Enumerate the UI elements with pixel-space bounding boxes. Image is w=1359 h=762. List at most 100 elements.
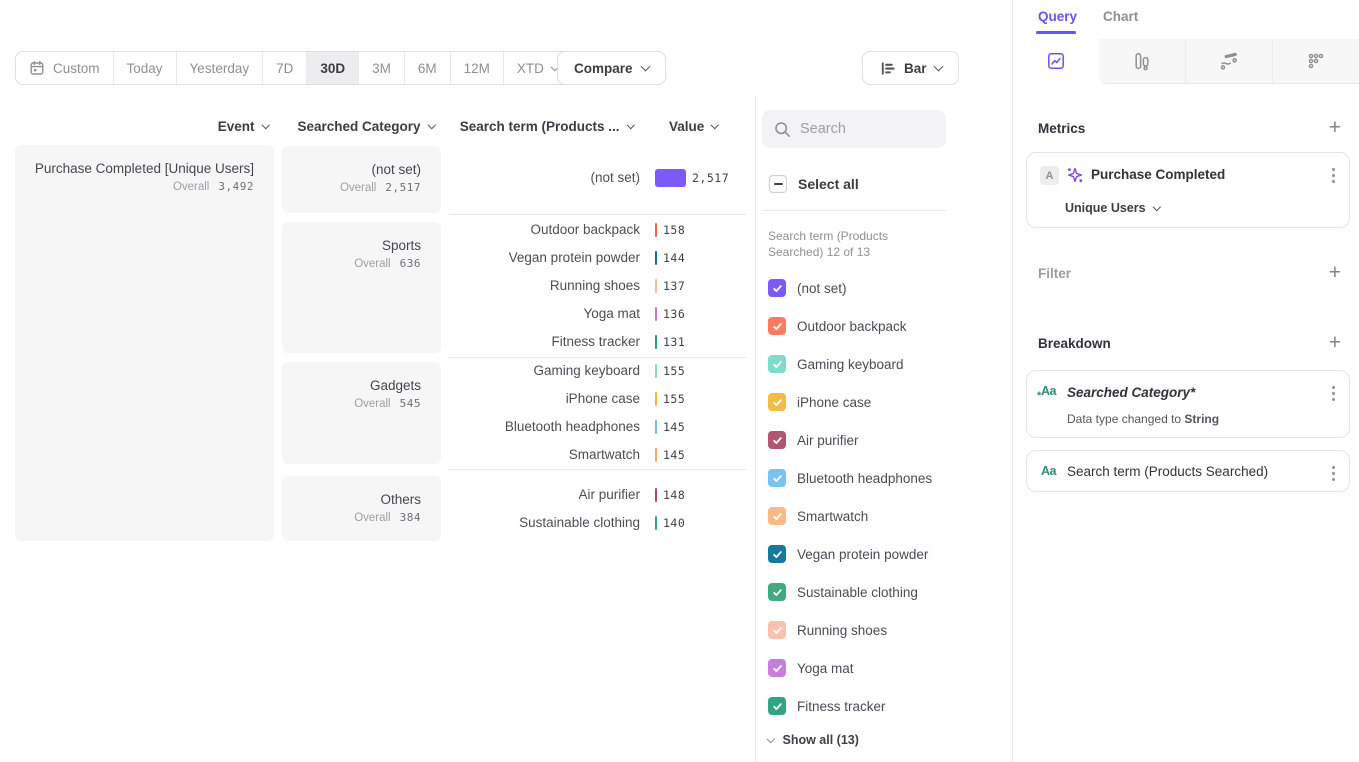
checkbox-checked[interactable] [768, 583, 786, 601]
overall-value: 384 [400, 510, 421, 526]
value-bar[interactable] [655, 307, 657, 321]
show-all-label: Show all (13) [783, 733, 859, 747]
breakdown-heading: Breakdown [1038, 336, 1111, 351]
date-range-label: XTD [517, 61, 544, 76]
search-box[interactable] [762, 110, 946, 148]
active-tab-underline [1036, 31, 1076, 34]
kebab-menu-icon[interactable] [1332, 392, 1335, 395]
checkbox-checked[interactable] [768, 355, 786, 373]
value-bar[interactable] [655, 392, 657, 406]
date-range-6m[interactable]: 6M [404, 52, 450, 84]
breakdown-card[interactable]: Aa* Searched Category* Data type changed… [1026, 370, 1350, 438]
filter-item[interactable]: Running shoes [768, 621, 887, 639]
kebab-menu-icon[interactable] [1332, 174, 1335, 177]
column-header-event[interactable]: Event [15, 117, 268, 135]
tab-retention-chart[interactable] [1272, 39, 1359, 84]
category-cell[interactable]: (not set)Overall2,517 [282, 146, 441, 213]
date-range-today[interactable]: Today [113, 52, 176, 84]
filter-item[interactable]: Gaming keyboard [768, 355, 904, 373]
metric-card[interactable]: A Purchase Completed Unique Users [1026, 152, 1350, 228]
date-range-12m[interactable]: 12M [450, 52, 503, 84]
filter-item[interactable]: (not set) [768, 279, 847, 297]
add-breakdown-button[interactable]: + [1329, 334, 1341, 352]
value-bar[interactable] [655, 364, 657, 378]
value-bar[interactable] [655, 448, 657, 462]
show-all-button[interactable]: Show all (13) [768, 733, 859, 747]
checkbox-checked[interactable] [768, 621, 786, 639]
value-bar[interactable] [655, 279, 657, 293]
metrics-heading: Metrics [1038, 121, 1085, 136]
date-range-30d[interactable]: 30D [306, 52, 358, 84]
date-range-3m[interactable]: 3M [358, 52, 404, 84]
filter-heading: Filter [1038, 266, 1071, 281]
checkbox-checked[interactable] [768, 317, 786, 335]
filter-item[interactable]: Yoga mat [768, 659, 854, 677]
overall-value: 3,492 [218, 179, 254, 195]
panel-divider [755, 95, 756, 762]
date-range-7d[interactable]: 7D [262, 52, 306, 84]
value-text: 136 [663, 306, 685, 322]
checkbox-checked[interactable] [768, 545, 786, 563]
chevron-down-icon [261, 121, 269, 129]
checkbox-checked[interactable] [768, 279, 786, 297]
date-range-custom[interactable]: Custom [16, 52, 113, 84]
tab-funnel-chart[interactable] [1099, 39, 1185, 84]
metric-series-badge: A [1040, 166, 1059, 185]
search-term-label: Gaming keyboard [449, 362, 640, 380]
filter-item[interactable]: Bluetooth headphones [768, 469, 932, 487]
kebab-menu-icon[interactable] [1332, 472, 1335, 475]
value-bar[interactable] [655, 251, 657, 265]
filter-item[interactable]: Smartwatch [768, 507, 868, 525]
column-header-searched-category[interactable]: Searched Category [282, 117, 434, 135]
checkbox-checked[interactable] [768, 659, 786, 677]
breakdown-card[interactable]: Aa Search term (Products Searched) [1026, 450, 1350, 492]
value-bar[interactable] [655, 223, 657, 237]
tab-flows-chart[interactable] [1185, 39, 1272, 84]
filter-item[interactable]: Fitness tracker [768, 697, 886, 715]
filter-item[interactable]: iPhone case [768, 393, 871, 411]
tab-query[interactable]: Query [1038, 9, 1077, 24]
tab-chart[interactable]: Chart [1103, 9, 1138, 24]
search-term-label: Sustainable clothing [449, 514, 640, 532]
select-all-checkbox[interactable] [769, 175, 787, 193]
check-icon [772, 625, 783, 636]
category-cell[interactable]: GadgetsOverall545 [282, 362, 441, 464]
column-header-search-term[interactable]: Search term (Products ... [449, 117, 633, 135]
chart-type-select[interactable]: Bar [862, 51, 959, 85]
event-cell[interactable]: Purchase Completed [Unique Users] Overal… [15, 145, 274, 541]
measure-select[interactable]: Unique Users [1065, 201, 1159, 215]
checkbox-checked[interactable] [768, 393, 786, 411]
add-filter-button[interactable]: + [1329, 264, 1341, 282]
value-text: 145 [663, 419, 685, 435]
value-bar[interactable] [655, 420, 657, 434]
value-bar[interactable] [655, 488, 657, 502]
breakdown-note: Data type changed to String [1067, 412, 1219, 426]
filter-item[interactable]: Outdoor backpack [768, 317, 907, 335]
search-input[interactable] [800, 121, 934, 137]
select-all[interactable]: Select all [769, 175, 859, 193]
checkbox-checked[interactable] [768, 469, 786, 487]
value-bar[interactable] [655, 516, 657, 530]
date-range-label: Today [127, 61, 163, 76]
filter-item-label: Gaming keyboard [797, 357, 904, 372]
category-cell[interactable]: SportsOverall636 [282, 222, 441, 353]
search-term-label: iPhone case [449, 390, 640, 408]
value-bar[interactable] [655, 169, 686, 187]
column-header-label: Search term (Products ... [460, 119, 620, 134]
value-bar[interactable] [655, 335, 657, 349]
filter-item[interactable]: Vegan protein powder [768, 545, 928, 563]
checkbox-checked[interactable] [768, 431, 786, 449]
add-metric-button[interactable]: + [1329, 119, 1341, 137]
column-header-label: Event [218, 119, 255, 134]
compare-button[interactable]: Compare [557, 51, 666, 85]
checkbox-checked[interactable] [768, 507, 786, 525]
filter-item[interactable]: Air purifier [768, 431, 859, 449]
tab-insights-chart[interactable] [1013, 39, 1099, 84]
metric-name: Purchase Completed [1091, 167, 1225, 182]
checkbox-checked[interactable] [768, 697, 786, 715]
category-cell[interactable]: OthersOverall384 [282, 476, 441, 541]
filter-item[interactable]: Sustainable clothing [768, 583, 918, 601]
column-header-value[interactable]: Value [669, 117, 718, 135]
value-text: 158 [663, 222, 685, 238]
date-range-yesterday[interactable]: Yesterday [176, 52, 263, 84]
